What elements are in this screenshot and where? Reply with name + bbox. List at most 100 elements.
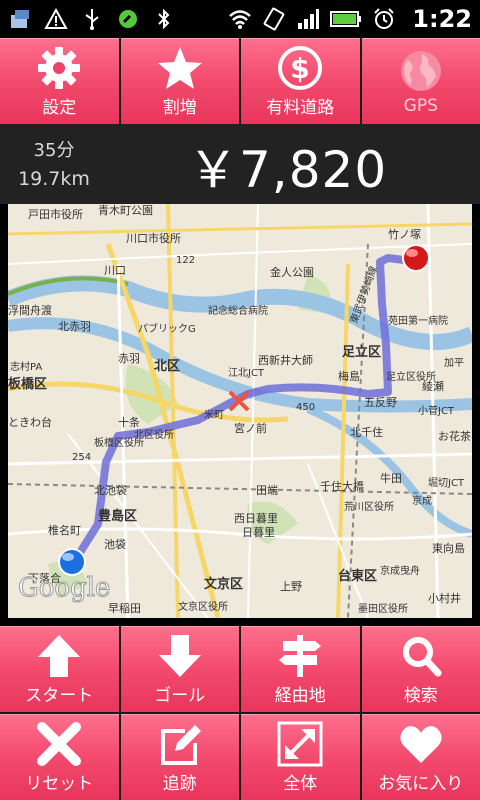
arrow-down-icon <box>158 635 201 677</box>
toll-road-button[interactable]: $ 有料道路 <box>241 38 360 124</box>
heart-icon <box>400 726 442 763</box>
svg-text:五反野: 五反野 <box>364 396 397 409</box>
svg-text:記念総合病院: 記念総合病院 <box>208 304 268 317</box>
overview-label: 全体 <box>283 774 318 794</box>
svg-text:254: 254 <box>72 452 91 463</box>
svg-text:お花茶: お花茶 <box>438 430 471 443</box>
svg-text:豊島区: 豊島区 <box>98 508 137 524</box>
svg-text:122: 122 <box>176 255 195 266</box>
bluetooth-icon <box>158 8 170 30</box>
app-notification-icon <box>11 10 29 28</box>
svg-text:牛田: 牛田 <box>380 471 402 485</box>
bottom-toolbar: スタート ゴール 経由地 検索 リセット 追跡 全体 お気に入り <box>0 626 480 800</box>
svg-text:小村井: 小村井 <box>428 591 461 605</box>
svg-text:日暮里: 日暮里 <box>242 525 275 539</box>
svg-text:堀切JCT: 堀切JCT <box>428 477 465 489</box>
route-distance: 19.7km <box>18 168 90 190</box>
svg-text:北赤羽: 北赤羽 <box>58 320 91 333</box>
svg-text:浮間舟渡: 浮間舟渡 <box>8 303 52 317</box>
gear-icon <box>38 47 81 89</box>
svg-text:上野: 上野 <box>280 580 302 593</box>
svg-text:加平: 加平 <box>444 357 464 369</box>
route-map[interactable]: 戸田市役所 青木町公園 川口市役所 122 川口 金人公園 東武伊勢崎線 竹ノ塚… <box>8 204 472 618</box>
gps-label: GPS <box>403 95 438 116</box>
svg-text:米町: 米町 <box>204 408 224 421</box>
svg-text:文京区: 文京区 <box>204 576 243 592</box>
surcharge-label: 割増 <box>162 98 197 118</box>
edit-icon <box>160 725 201 765</box>
svg-text:板橋区: 板橋区 <box>8 376 47 392</box>
svg-text:苑田第一病院: 苑田第一病院 <box>388 314 448 327</box>
top-toolbar: 設定 割増 $ 有料道路 GPS <box>0 38 480 124</box>
svg-text:十条: 十条 <box>118 415 140 429</box>
settings-label: 設定 <box>42 98 77 118</box>
track-button[interactable]: 追跡 <box>120 714 239 800</box>
star-icon <box>157 47 202 89</box>
settings-button[interactable]: 設定 <box>0 38 119 124</box>
svg-text:北池袋: 北池袋 <box>94 483 127 497</box>
svg-text:早稲田: 早稲田 <box>108 602 141 615</box>
svg-text:北区役所: 北区役所 <box>134 428 174 441</box>
svg-text:墨田区役所: 墨田区役所 <box>358 602 408 615</box>
reset-button[interactable]: リセット <box>0 714 119 800</box>
svg-text:千住大橋: 千住大橋 <box>320 479 364 493</box>
svg-text:竹ノ塚: 竹ノ塚 <box>388 227 421 241</box>
dollar-icon: $ <box>278 46 323 90</box>
waypoint-button[interactable]: 経由地 <box>241 626 360 712</box>
toll-road-label: 有料道路 <box>266 98 335 118</box>
map-canvas[interactable]: 戸田市役所 青木町公園 川口市役所 122 川口 金人公園 東武伊勢崎線 竹ノ塚… <box>8 204 472 618</box>
svg-text:ときわ台: ときわ台 <box>8 415 52 429</box>
svg-text:金人公園: 金人公園 <box>270 265 314 279</box>
svg-text:川口市役所: 川口市役所 <box>126 231 181 245</box>
arrow-up-icon <box>38 635 81 677</box>
goal-button[interactable]: ゴール <box>120 626 239 712</box>
start-pin-icon[interactable] <box>58 548 86 576</box>
svg-text:綾瀬: 綾瀬 <box>422 379 444 393</box>
svg-text:小菅JCT: 小菅JCT <box>418 405 455 417</box>
svg-text:荒川区役所: 荒川区役所 <box>344 500 394 513</box>
search-label: 検索 <box>403 686 438 706</box>
rotate-icon <box>263 7 285 31</box>
sync-icon <box>119 10 137 28</box>
svg-text:北区: 北区 <box>154 359 180 374</box>
svg-text:田端: 田端 <box>256 484 278 497</box>
svg-text:北千住: 北千住 <box>350 425 383 439</box>
start-label: スタート <box>25 686 94 706</box>
start-button[interactable]: スタート <box>0 626 119 712</box>
svg-text:志村PA: 志村PA <box>10 360 42 373</box>
svg-text:青木町公園: 青木町公園 <box>98 204 153 217</box>
svg-text:戸田市役所: 戸田市役所 <box>28 207 83 221</box>
svg-text:川口: 川口 <box>104 264 126 277</box>
svg-text:梅島: 梅島 <box>338 369 360 383</box>
fare-amount: ￥7,820 <box>188 141 388 199</box>
waypoint-label: 経由地 <box>274 686 326 706</box>
svg-text:$: $ <box>291 52 310 85</box>
svg-text:西新井大師: 西新井大師 <box>258 353 313 367</box>
svg-text:京成: 京成 <box>412 494 432 507</box>
reset-label: リセット <box>25 774 94 794</box>
svg-text:江北JCT: 江北JCT <box>228 367 265 379</box>
svg-text:パブリックG: パブリックG <box>138 322 196 335</box>
globe-icon <box>400 50 441 91</box>
surcharge-button[interactable]: 割増 <box>120 38 239 124</box>
favorites-button[interactable]: お気に入り <box>361 714 480 800</box>
svg-text:東向島: 東向島 <box>432 541 465 555</box>
usb-icon <box>85 9 99 30</box>
signpost-icon <box>279 635 322 677</box>
svg-text:宮ノ前: 宮ノ前 <box>234 421 267 435</box>
alarm-icon <box>374 8 395 29</box>
google-logo: Google <box>18 573 110 603</box>
svg-text:台東区: 台東区 <box>338 568 377 584</box>
svg-text:赤羽: 赤羽 <box>118 352 140 365</box>
wifi-icon <box>229 10 252 29</box>
svg-text:池袋: 池袋 <box>104 537 126 551</box>
overview-button[interactable]: 全体 <box>241 714 360 800</box>
search-button[interactable]: 検索 <box>361 626 480 712</box>
signal-icon <box>298 9 320 29</box>
search-icon <box>402 637 442 677</box>
expand-icon <box>277 721 323 767</box>
gps-button[interactable]: GPS <box>361 38 480 124</box>
battery-icon <box>330 11 362 27</box>
goal-pin-icon[interactable] <box>402 244 430 272</box>
svg-text:足立区: 足立区 <box>342 344 381 360</box>
